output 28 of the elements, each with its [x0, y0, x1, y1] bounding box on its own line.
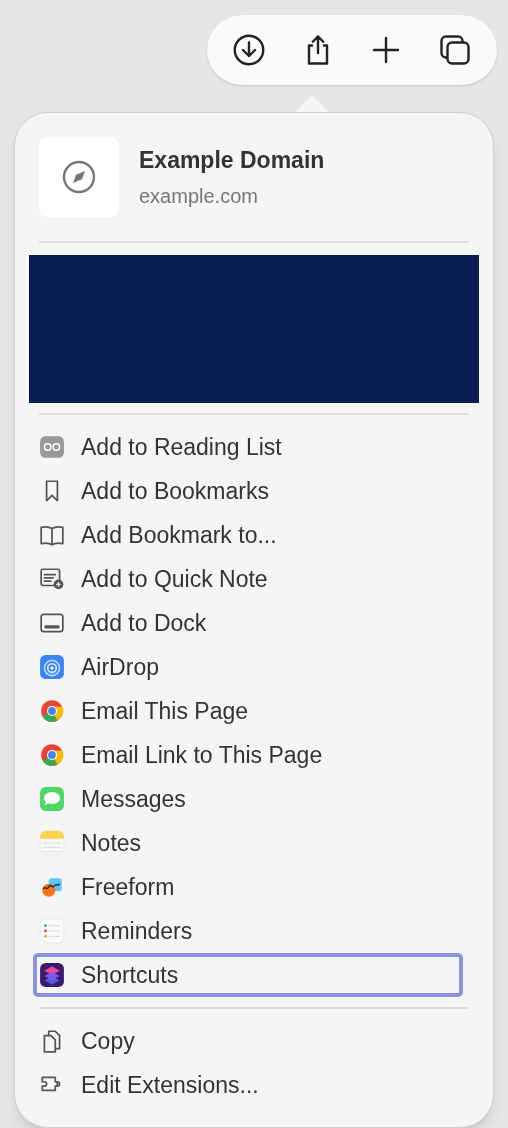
- airdrop-icon: [39, 654, 65, 680]
- page-url: example.com: [139, 184, 259, 210]
- share-menu-item[interactable]: Reminders: [39, 909, 469, 953]
- share-menu-item[interactable]: Add to Reading List: [39, 425, 469, 469]
- layers-icon: [39, 962, 65, 988]
- share-menu-item[interactable]: Copy: [39, 1019, 469, 1063]
- notepad-icon: [39, 830, 65, 856]
- share-menu-item[interactable]: Email Link to This Page: [39, 733, 469, 777]
- share-menu-item[interactable]: AirDrop: [39, 645, 469, 689]
- share-menu-item[interactable]: Shortcuts: [33, 953, 463, 997]
- page-title: Example Domain: [139, 145, 325, 175]
- share-menu-item[interactable]: Add Bookmark to...: [39, 513, 469, 557]
- speech-bubble-icon: [39, 786, 65, 812]
- glasses-icon: [39, 434, 65, 460]
- chrome-icon: [39, 742, 65, 768]
- dock-icon: [39, 610, 65, 636]
- share-menu-item[interactable]: Notes: [39, 821, 469, 865]
- note-add-icon: [39, 566, 65, 592]
- compass-icon: [61, 159, 97, 195]
- share-menu-item[interactable]: Edit Extensions...: [39, 1063, 469, 1107]
- share-menu-item[interactable]: Add to Dock: [39, 601, 469, 645]
- share-menu-item[interactable]: Add to Quick Note: [39, 557, 469, 601]
- share-menu-item[interactable]: Add to Bookmarks: [39, 469, 469, 513]
- list-icon: [39, 918, 65, 944]
- share-menu-item[interactable]: Messages: [39, 777, 469, 821]
- share-menu-item[interactable]: Email This Page: [39, 689, 469, 733]
- share-menu-item[interactable]: Freeform: [39, 865, 469, 909]
- chrome-icon: [39, 698, 65, 724]
